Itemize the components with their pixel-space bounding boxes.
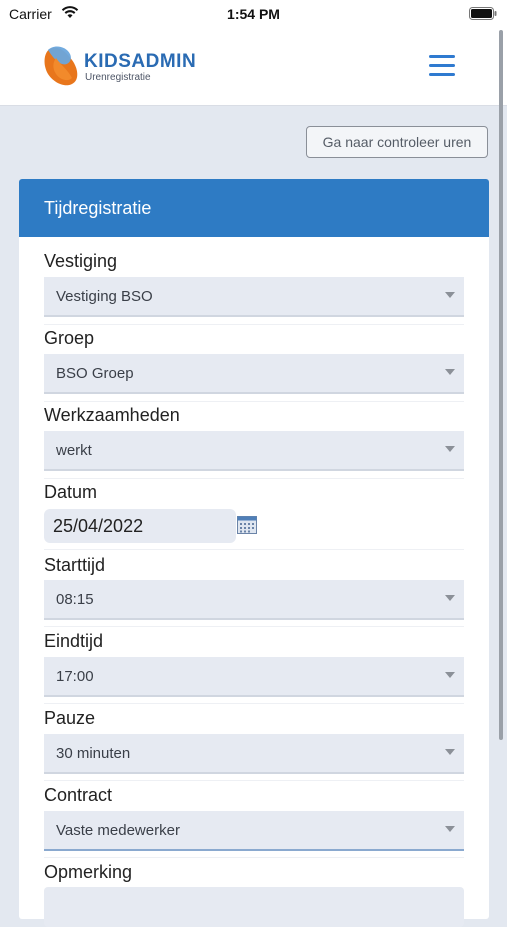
kidsadmin-logo-icon <box>44 46 78 86</box>
chevron-down-icon <box>445 826 455 832</box>
date-label: Datum <box>44 482 98 502</box>
start-time-label: Starttijd <box>44 555 106 575</box>
time-registration-card: Tijdregistratie Vestiging Vestiging BSO … <box>19 179 489 927</box>
card-title: Tijdregistratie <box>19 179 489 237</box>
start-time-value: 08:15 <box>56 590 94 608</box>
divider <box>44 857 464 858</box>
location-value: Vestiging BSO <box>56 287 153 305</box>
remark-label: Opmerking <box>44 862 133 882</box>
contract-label: Contract <box>44 785 113 805</box>
end-time-label: Eindtijd <box>44 631 104 651</box>
calendar-icon[interactable] <box>237 516 257 534</box>
break-label: Pauze <box>44 708 96 728</box>
brand-subtitle: Urenregistratie <box>85 72 151 83</box>
clock-time: 1:54 PM <box>227 6 280 22</box>
group-value: BSO Groep <box>56 364 134 382</box>
divider <box>44 324 464 325</box>
end-time-select[interactable]: 17:00 <box>44 657 464 697</box>
divider <box>44 626 464 627</box>
remark-textarea[interactable] <box>44 887 464 927</box>
group-select[interactable]: BSO Groep <box>44 354 464 394</box>
status-bar: Carrier 1:54 PM <box>0 0 507 28</box>
chevron-down-icon <box>445 446 455 452</box>
divider <box>44 401 464 402</box>
contract-select[interactable]: Vaste medewerker <box>44 811 464 851</box>
break-value: 30 minuten <box>56 744 131 762</box>
start-time-select[interactable]: 08:15 <box>44 580 464 620</box>
break-select[interactable]: 30 minuten <box>44 734 464 774</box>
divider <box>44 703 464 704</box>
chevron-down-icon <box>445 292 455 298</box>
activities-label: Werkzaamheden <box>44 405 180 425</box>
date-input[interactable]: 25/04/2022 <box>44 509 236 543</box>
battery-icon <box>469 7 497 20</box>
divider <box>44 549 464 550</box>
end-time-value: 17:00 <box>56 667 94 685</box>
divider <box>44 780 464 781</box>
divider <box>44 478 464 479</box>
chevron-down-icon <box>445 595 455 601</box>
chevron-down-icon <box>445 672 455 678</box>
location-select[interactable]: Vestiging BSO <box>44 277 464 317</box>
brand: KIDSADMIN Urenregistratie <box>84 51 197 84</box>
chevron-down-icon <box>445 749 455 755</box>
chevron-down-icon <box>445 369 455 375</box>
group-label: Groep <box>44 328 95 348</box>
scrollbar[interactable] <box>499 30 503 740</box>
activities-select[interactable]: werkt <box>44 431 464 471</box>
contract-value: Vaste medewerker <box>56 821 180 839</box>
app-header: KIDSADMIN Urenregistratie <box>0 28 507 106</box>
location-label: Vestiging <box>44 251 118 271</box>
hamburger-menu-icon[interactable] <box>429 55 455 77</box>
activities-value: werkt <box>56 441 92 459</box>
check-hours-button[interactable]: Ga naar controleer uren <box>306 126 488 158</box>
brand-name: KIDSADMIN <box>84 51 197 72</box>
